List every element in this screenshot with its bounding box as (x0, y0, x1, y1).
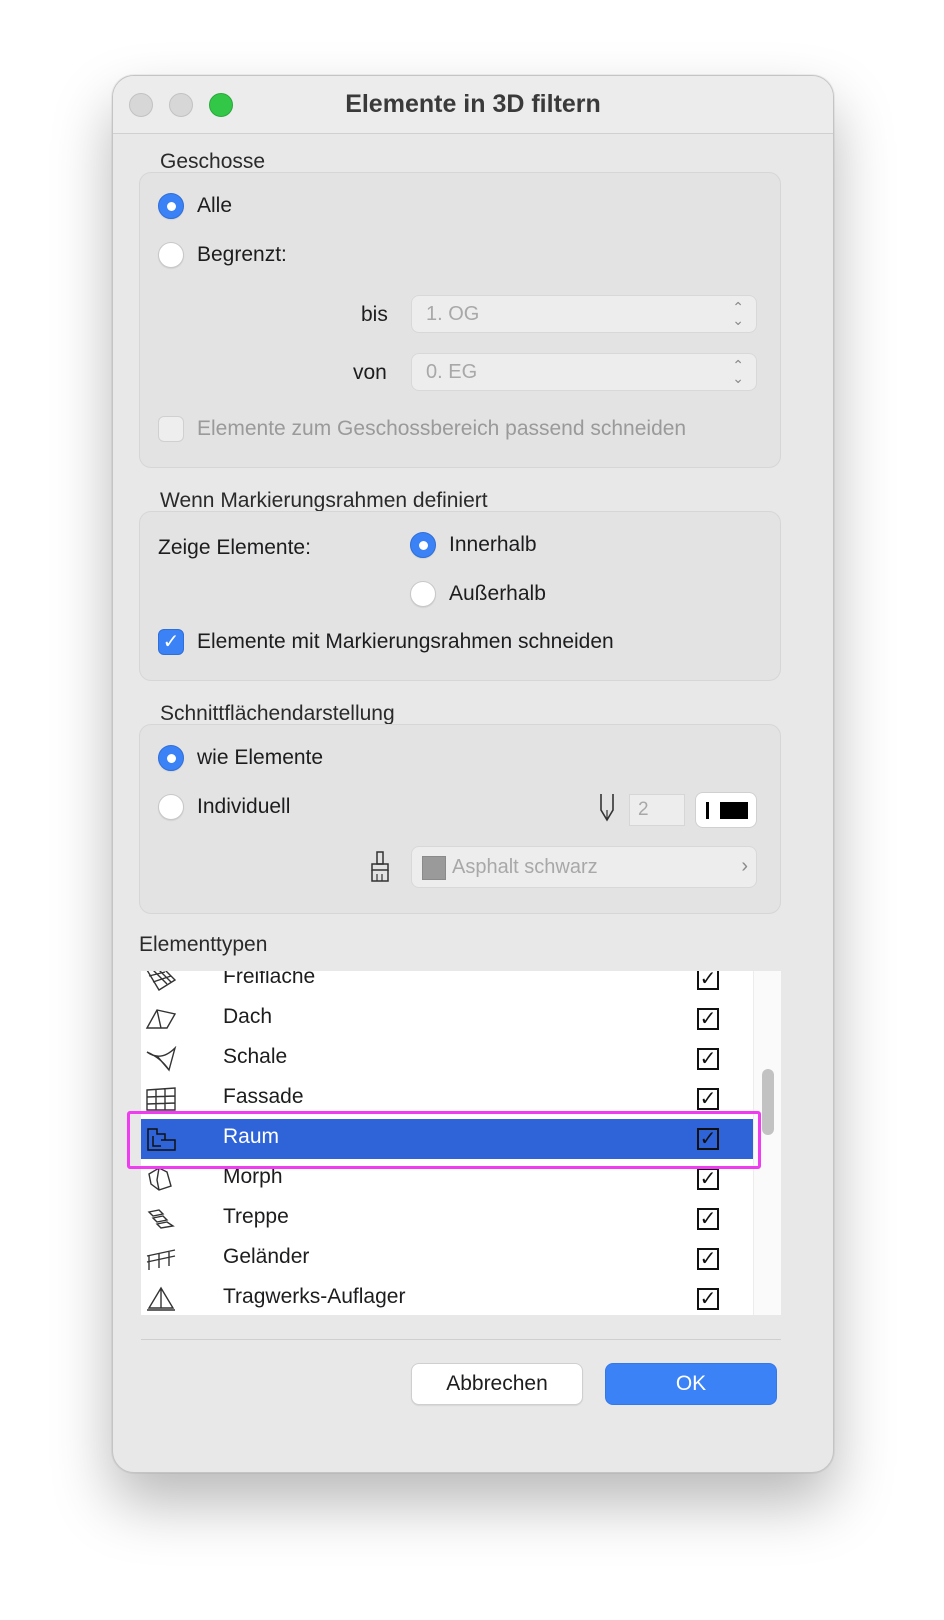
section-title-geschosse: Geschosse (160, 150, 266, 173)
pen-color-button[interactable] (695, 792, 757, 828)
structural-support-icon (145, 1286, 177, 1312)
item-checkbox[interactable]: ✓ (697, 1288, 719, 1310)
railing-icon (145, 1246, 177, 1272)
item-checkbox[interactable]: ✓ (697, 1208, 719, 1230)
mesh-icon (145, 971, 177, 992)
cut-marquee-label: Elemente mit Markierungsrahmen schneiden (197, 630, 614, 653)
list-scrollbar-thumb[interactable] (762, 1069, 774, 1135)
item-checkbox[interactable]: ✓ (697, 1248, 719, 1270)
radio-ausserhalb-label: Außerhalb (449, 582, 546, 605)
updown-chevron-icon: ⌃ ⌄ (732, 357, 744, 386)
section-title-cut-surface: Schnittflächendarstellung (160, 702, 395, 725)
radio-ausserhalb[interactable] (410, 581, 436, 607)
bis-story-popup[interactable]: 1. OG ⌃ ⌄ (411, 295, 757, 333)
fill-label: Asphalt schwarz (452, 856, 598, 878)
chevron-right-icon: › (741, 855, 748, 877)
item-checkbox[interactable]: ✓ (697, 1088, 719, 1110)
pen-icon (597, 792, 617, 824)
dialog-window: Elemente in 3D filtern Geschosse Alle Be… (112, 75, 834, 1473)
curtain-wall-icon (145, 1086, 177, 1112)
radio-begrenzt-label: Begrenzt: (197, 243, 287, 266)
window-title: Elemente in 3D filtern (345, 90, 601, 118)
list-item[interactable]: Treppe ✓ (141, 1199, 753, 1239)
radio-individuell[interactable] (158, 794, 184, 820)
von-story-value: 0. EG (426, 361, 478, 383)
radio-individuell-label: Individuell (197, 795, 291, 818)
list-item[interactable]: Tragwerks-Auflager ✓ (141, 1279, 753, 1315)
list-item[interactable]: Geländer ✓ (141, 1239, 753, 1279)
item-checkbox[interactable]: ✓ (697, 1168, 719, 1190)
stair-icon (145, 1206, 177, 1232)
fill-swatch (422, 856, 446, 880)
updown-chevron-icon: ⌃ ⌄ (732, 299, 744, 328)
bis-label: bis (361, 303, 388, 326)
morph-icon (145, 1166, 177, 1192)
roof-icon (145, 1006, 177, 1032)
radio-innerhalb-label: Innerhalb (449, 533, 537, 556)
cut-marquee-checkbox[interactable]: ✓ (158, 629, 184, 655)
title-bar: Elemente in 3D filtern (113, 76, 833, 134)
fill-popup[interactable]: Asphalt schwarz › (411, 846, 757, 888)
list-item[interactable]: Freifläche ✓ (141, 971, 753, 999)
ok-button[interactable]: OK (605, 1363, 777, 1405)
radio-alle[interactable] (158, 193, 184, 219)
radio-innerhalb[interactable] (410, 532, 436, 558)
cut-to-story-checkbox[interactable] (158, 416, 184, 442)
radio-wie-elemente-label: wie Elemente (197, 746, 324, 769)
section-title-element-types: Elementtypen (139, 933, 268, 956)
radio-alle-label: Alle (197, 194, 233, 217)
item-checkbox[interactable]: ✓ (697, 1048, 719, 1070)
annotation-highlight-box (127, 1111, 761, 1169)
bis-story-value: 1. OG (426, 303, 480, 325)
section-title-marquee: Wenn Markierungsrahmen definiert (160, 489, 488, 512)
list-item[interactable]: Dach ✓ (141, 999, 753, 1039)
list-item[interactable]: Schale ✓ (141, 1039, 753, 1079)
von-label: von (353, 361, 387, 384)
show-elements-label: Zeige Elemente: (158, 536, 311, 559)
fill-brush-icon (367, 850, 393, 884)
radio-wie-elemente[interactable] (158, 745, 184, 771)
item-checkbox[interactable]: ✓ (697, 1008, 719, 1030)
von-story-popup[interactable]: 0. EG ⌃ ⌄ (411, 353, 757, 391)
pen-number-field[interactable]: 2 (629, 794, 685, 826)
shell-icon (145, 1045, 177, 1072)
item-checkbox[interactable]: ✓ (697, 971, 719, 990)
divider (141, 1339, 781, 1340)
cut-to-story-label: Elemente zum Geschossbereich passend sch… (197, 417, 687, 440)
radio-begrenzt[interactable] (158, 242, 184, 268)
cancel-button[interactable]: Abbrechen (411, 1363, 583, 1405)
